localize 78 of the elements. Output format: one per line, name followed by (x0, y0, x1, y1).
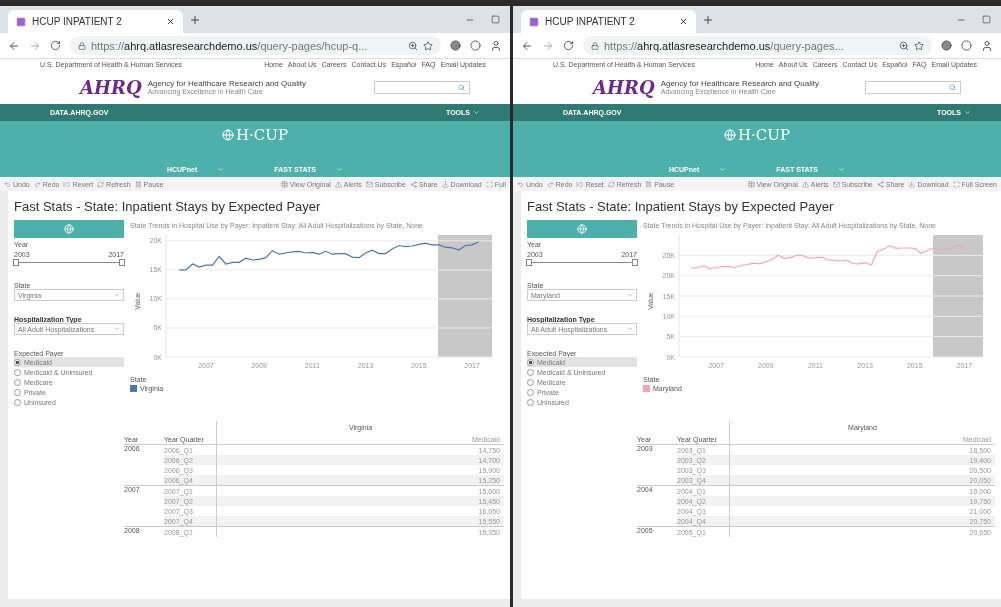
globe-icon (221, 129, 234, 141)
globe-icon (723, 129, 736, 141)
refresh-icon (97, 180, 105, 188)
search-field[interactable] (865, 80, 961, 94)
fullscreen-icon (952, 180, 960, 188)
refresh-icon (607, 180, 615, 188)
new-tab-icon[interactable] (189, 13, 201, 26)
search-icon (949, 83, 956, 91)
zoom-icon[interactable] (899, 40, 909, 51)
extension-icon[interactable] (941, 40, 952, 51)
star-icon[interactable] (914, 40, 924, 51)
reload-icon[interactable] (563, 40, 574, 51)
star-icon[interactable] (423, 40, 433, 51)
reload-icon[interactable] (50, 40, 61, 51)
chevron-icon (838, 166, 846, 173)
share-icon (409, 180, 417, 188)
close-icon[interactable] (679, 17, 688, 26)
agency-name: Agency for Healthcare Research and Quality (147, 79, 306, 88)
close-icon[interactable] (166, 17, 175, 26)
profile-icon[interactable] (981, 39, 993, 52)
fullscreen-icon (485, 180, 493, 188)
revert-icon (63, 180, 71, 188)
browser-tab[interactable]: HCUP INPATIENT 2 (8, 10, 183, 33)
address-bar[interactable]: https://ahrq.atlasresearchdemo.us/query-pages... (583, 36, 932, 55)
extension-icon[interactable] (450, 40, 461, 51)
tab-title: HCUP INPATIENT 2 (32, 16, 123, 27)
lock-icon (78, 41, 86, 50)
page-icon (16, 16, 26, 27)
maximize-icon[interactable] (982, 14, 991, 24)
pause-icon (645, 180, 653, 188)
agency-logo: AHRQ (593, 76, 655, 98)
browser-tab[interactable]: HCUP INPATIENT 2 (521, 10, 696, 33)
chevron-icon (719, 166, 727, 173)
table-icon (280, 180, 288, 188)
mail-icon (832, 180, 840, 188)
hcup-logo: H·CUP (737, 126, 791, 144)
hcup-logo: H·CUP (235, 126, 289, 144)
mail-icon (365, 180, 373, 188)
new-tab-icon[interactable] (702, 13, 714, 26)
download-icon (908, 180, 916, 188)
extension-icon[interactable] (470, 40, 481, 51)
extension-icon[interactable] (961, 40, 972, 51)
caret-icon (114, 326, 120, 332)
lock-icon (591, 41, 599, 50)
redo-icon (546, 180, 554, 188)
search-field[interactable] (374, 80, 470, 94)
back-icon[interactable] (8, 39, 20, 52)
url-text: https://ahrq.atlasresearchdemo.us/query-pages... (604, 39, 844, 52)
page-icon (529, 16, 539, 27)
zoom-icon[interactable] (408, 40, 418, 51)
chevron-icon (336, 166, 344, 173)
url-text: https://ahrq.atlasresearchdemo.us/query-pages/hcup-q... (91, 39, 368, 52)
page-title: Fast Stats - State: Inpatient Stays by Expected Payer (14, 199, 322, 214)
profile-icon[interactable] (490, 39, 502, 52)
page-title: Fast Stats - State: Inpatient Stays by Expected Payer (527, 199, 835, 214)
table-icon (747, 180, 755, 188)
tab-title: HCUP INPATIENT 2 (545, 16, 636, 27)
download-icon (441, 180, 449, 188)
search-icon (458, 83, 465, 91)
undo-icon (4, 180, 11, 188)
share-icon (876, 180, 884, 188)
undo-icon (517, 180, 524, 188)
chevron-icon (217, 166, 225, 173)
chevron-icon (473, 109, 480, 116)
warning-icon (801, 180, 809, 188)
warning-icon (334, 180, 342, 188)
agency-logo: AHRQ (80, 76, 142, 98)
chevron-icon (964, 109, 971, 116)
redo-icon (33, 180, 41, 188)
maximize-icon[interactable] (491, 14, 500, 24)
caret-icon (114, 292, 120, 298)
back-icon[interactable] (521, 39, 533, 52)
agency-name: Agency for Healthcare Research and Quality (660, 79, 819, 88)
address-bar[interactable]: https://ahrq.atlasresearchdemo.us/query-pages/hcup-q... (70, 36, 441, 55)
revert-icon (576, 180, 584, 188)
pause-icon (134, 180, 142, 188)
caret-icon (627, 326, 633, 332)
caret-icon (627, 292, 633, 298)
